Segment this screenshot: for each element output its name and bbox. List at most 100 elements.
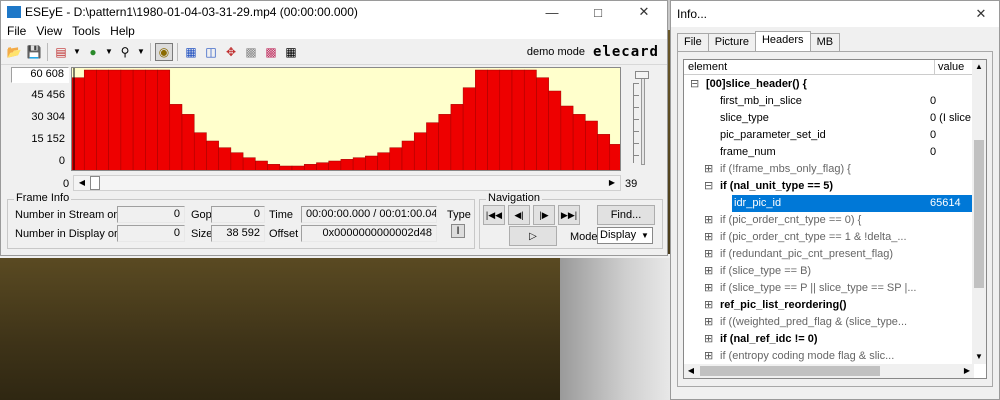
chevron-down-icon[interactable]: ▼ [136, 43, 146, 61]
frame-bar[interactable] [193, 132, 207, 171]
scroll-right-icon[interactable]: ▶ [960, 364, 974, 378]
frame-bar[interactable] [511, 69, 525, 171]
frame-bar[interactable] [242, 157, 256, 171]
frame-bar[interactable] [340, 159, 354, 171]
scroll-right-icon[interactable]: ▶ [604, 176, 620, 190]
tree-row[interactable]: ⊞ if (nal_ref_idc != 0) [684, 331, 974, 348]
close-button[interactable]: ✕ [621, 1, 667, 23]
expand-icon[interactable]: ⊞ [704, 281, 713, 294]
tree-row[interactable]: idr_pic_id 65614 [684, 195, 974, 212]
tree-row[interactable]: ⊞ if (pic_order_cnt_type == 1 & !delta_..… [684, 229, 974, 246]
frame-bar[interactable] [462, 87, 476, 171]
magnifier-icon[interactable]: ⚲ [116, 43, 134, 61]
column-value[interactable]: value [938, 61, 964, 73]
frame-bar[interactable] [255, 160, 268, 171]
frame-bar[interactable] [316, 162, 329, 171]
menu-tools[interactable]: Tools [72, 24, 100, 38]
tree-row[interactable]: ⊞ if (redundant_pic_cnt_present_flag) [684, 246, 974, 263]
table-icon[interactable]: ▦ [282, 43, 300, 61]
frame-bar[interactable] [585, 120, 598, 171]
frame-bar[interactable] [487, 69, 501, 171]
frame-bar[interactable] [96, 69, 109, 171]
grid-lines-icon[interactable]: ▦ [182, 43, 200, 61]
tree-row[interactable]: ⊞ if (slice_type == B) [684, 263, 974, 280]
open-folder-icon[interactable]: 📂 [5, 43, 23, 61]
last-frame-button[interactable]: ▶▶| [558, 205, 580, 225]
frame-scrollbar[interactable]: ◀ ▶ [73, 175, 621, 191]
tree-row[interactable]: ⊞ if ((weighted_pred_flag & (slice_type..… [684, 314, 974, 331]
frame-size-chart[interactable] [71, 67, 621, 171]
column-element[interactable]: element [688, 61, 727, 73]
frame-bar[interactable] [145, 69, 158, 171]
tree-vscroll[interactable]: ▲ ▼ [972, 60, 986, 364]
tree-row[interactable]: pic_parameter_set_id 0 [684, 127, 974, 144]
scroll-up-icon[interactable]: ▲ [972, 60, 986, 74]
frame-bar[interactable] [181, 114, 195, 171]
tree-row[interactable]: ⊞ ref_pic_list_reordering() [684, 297, 974, 314]
color-wheel-icon[interactable]: ● [84, 43, 102, 61]
frame-bar[interactable] [389, 147, 403, 171]
minimize-button[interactable]: — [529, 1, 575, 23]
expand-icon[interactable]: ⊞ [704, 162, 713, 175]
frame-bar[interactable] [560, 105, 574, 171]
frame-bar[interactable] [377, 152, 391, 171]
tree-row[interactable]: frame_num 0 [684, 144, 974, 161]
maximize-button[interactable]: □ [575, 1, 621, 23]
frame-bar[interactable] [120, 69, 134, 171]
tree-row[interactable]: ⊞ if (!frame_mbs_only_flag) { [684, 161, 974, 178]
frame-bar[interactable] [83, 69, 97, 171]
tree-row[interactable]: ⊞ if (pic_order_cnt_type == 0) { [684, 212, 974, 229]
zoom-slider[interactable] [629, 69, 657, 169]
tree-row[interactable]: ⊞ if (entropy coding mode flag & slic... [684, 348, 974, 365]
save-icon[interactable]: 💾 [25, 43, 43, 61]
frame-bar[interactable] [413, 132, 427, 171]
frame-bar[interactable] [230, 152, 244, 171]
frame-bar[interactable] [291, 165, 305, 171]
frame-bar[interactable] [267, 164, 281, 171]
scroll-thumb[interactable] [90, 176, 100, 190]
tab-headers[interactable]: Headers [754, 31, 811, 51]
info-title-bar[interactable]: Info... ✕ [671, 1, 999, 27]
frame-bar[interactable] [536, 77, 549, 171]
slider-thumb[interactable] [635, 71, 649, 79]
frame-bar[interactable] [206, 140, 219, 171]
tab-picture[interactable]: Picture [707, 33, 756, 51]
stream-icon[interactable]: ◉ [155, 42, 173, 61]
tab-file[interactable]: File [677, 33, 709, 51]
scroll-left-icon[interactable]: ◀ [684, 364, 698, 378]
first-frame-button[interactable]: |◀◀ [483, 205, 505, 225]
chart-icon[interactable]: ▤ [52, 43, 70, 61]
blocks-icon[interactable]: ▩ [242, 43, 260, 61]
tree-row[interactable]: ⊞ if (slice_type == P || slice_type == SP… [684, 280, 974, 297]
frame-bar[interactable] [108, 69, 122, 171]
frame-bar[interactable] [572, 114, 586, 171]
expand-icon[interactable]: ⊞ [704, 247, 713, 260]
expand-icon[interactable]: ⊞ [704, 298, 713, 311]
frame-bar[interactable] [523, 69, 537, 171]
next-frame-button[interactable]: |▶ [533, 205, 555, 225]
menu-file[interactable]: File [7, 24, 26, 38]
tree-row[interactable]: ⊟ [00]slice_header() { [684, 76, 974, 93]
close-button[interactable]: ✕ [963, 3, 999, 25]
tab-mb[interactable]: MB [809, 33, 841, 51]
expand-icon[interactable]: ⊞ [704, 264, 713, 277]
play-button[interactable]: ▷ [509, 226, 557, 246]
frame-bar[interactable] [328, 160, 342, 171]
collapse-icon[interactable]: ⊟ [704, 179, 713, 192]
frame-bar[interactable] [352, 157, 366, 171]
expand-icon[interactable]: ⊞ [704, 315, 713, 328]
frame-bar[interactable] [426, 122, 439, 171]
frame-bar[interactable] [609, 144, 621, 171]
split-icon[interactable]: ◫ [202, 43, 220, 61]
menu-view[interactable]: View [36, 24, 62, 38]
collapse-icon[interactable]: ⊟ [690, 77, 699, 90]
frame-bar[interactable] [450, 104, 464, 171]
frame-bar[interactable] [438, 114, 452, 171]
frame-bar[interactable] [365, 155, 378, 171]
scroll-down-icon[interactable]: ▼ [972, 350, 986, 364]
main-title-bar[interactable]: ESEyE - D:\pattern1\1980-01-04-03-31-29.… [1, 1, 667, 23]
mode-select[interactable]: Display ▼ [597, 227, 653, 244]
prev-frame-button[interactable]: ◀| [508, 205, 530, 225]
frame-bar[interactable] [548, 90, 562, 171]
frame-bar[interactable] [303, 164, 317, 171]
